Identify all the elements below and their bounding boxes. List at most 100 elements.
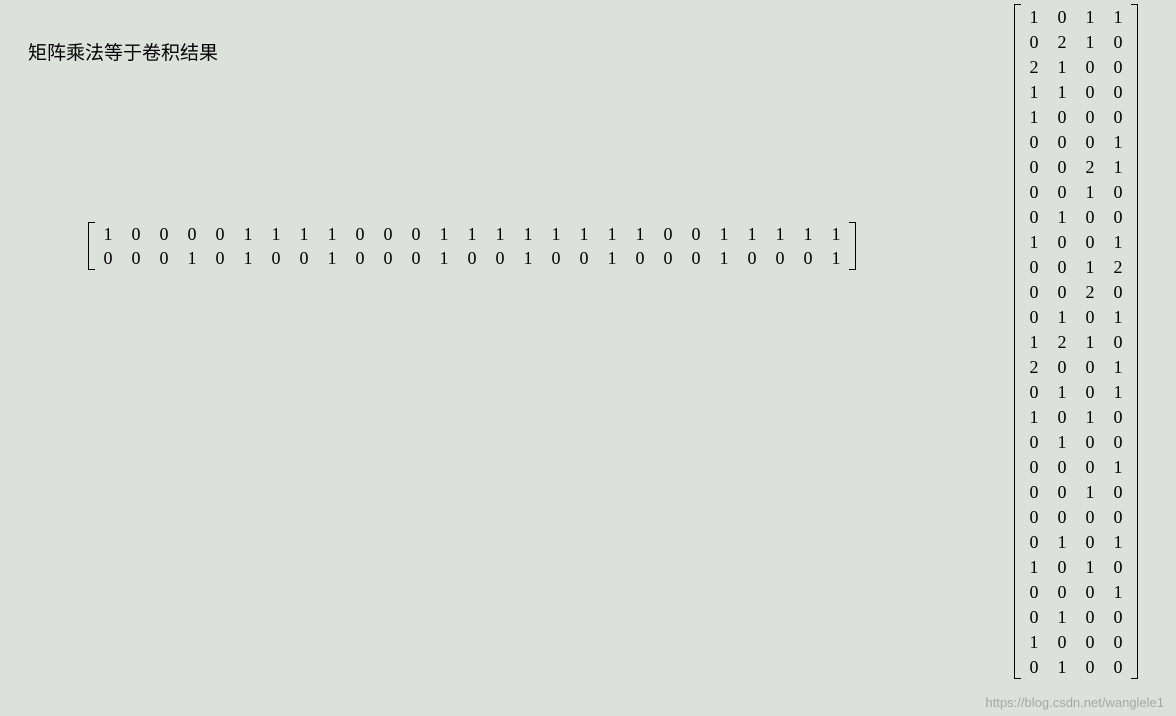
matrixA-cell: 1	[430, 246, 458, 270]
matrixB-cell: 0	[1104, 79, 1132, 104]
matrix-b: 1011021021001100100000010021001001001001…	[1014, 4, 1138, 684]
matrixB-cell: 0	[1076, 454, 1104, 479]
matrixA-cell: 1	[822, 222, 850, 246]
matrixA-cell: 1	[458, 222, 486, 246]
matrixA-cell: 1	[234, 246, 262, 270]
matrixB-cell: 0	[1020, 129, 1048, 154]
matrixB-cell: 0	[1048, 454, 1076, 479]
matrixB-cell: 0	[1048, 254, 1076, 279]
matrixA-cell: 1	[542, 222, 570, 246]
matrixB-cell: 2	[1048, 329, 1076, 354]
matrixB-cell: 0	[1076, 304, 1104, 329]
matrixB-cell: 0	[1104, 204, 1132, 229]
matrixA-cell: 0	[402, 222, 430, 246]
matrixB-cell: 2	[1048, 29, 1076, 54]
matrixB-cell: 0	[1020, 254, 1048, 279]
matrixA-cell: 0	[290, 246, 318, 270]
matrixA-cell: 1	[626, 222, 654, 246]
matrixB-cell: 0	[1020, 579, 1048, 604]
page-title: 矩阵乘法等于卷积结果	[28, 38, 218, 65]
matrixA-cell: 0	[626, 246, 654, 270]
matrix-a: 1000011110001111111100111110001010010001…	[88, 222, 856, 275]
matrixA-cell: 0	[346, 222, 374, 246]
matrixB-cell: 0	[1104, 554, 1132, 579]
matrixB-cell: 1	[1020, 79, 1048, 104]
matrixB-cell: 1	[1048, 54, 1076, 79]
matrixB-cell: 0	[1048, 504, 1076, 529]
matrixB-cell: 0	[1020, 479, 1048, 504]
matrixB-cell: 0	[1020, 379, 1048, 404]
matrixB-cell: 0	[1048, 554, 1076, 579]
matrixA-cell: 1	[486, 222, 514, 246]
matrixA-cell: 1	[598, 246, 626, 270]
matrixA-cell: 0	[794, 246, 822, 270]
matrixB-cell: 0	[1020, 154, 1048, 179]
matrixA-cell: 0	[178, 222, 206, 246]
matrixB-cell: 0	[1076, 604, 1104, 629]
matrixB-cell: 0	[1104, 29, 1132, 54]
matrixB-cell: 1	[1048, 429, 1076, 454]
matrixB-cell: 1	[1020, 554, 1048, 579]
matrixA-cell: 0	[206, 246, 234, 270]
matrixB-cell: 1	[1076, 254, 1104, 279]
matrixB-cell: 0	[1020, 429, 1048, 454]
matrixB-cell: 0	[1104, 329, 1132, 354]
matrixA-cell: 0	[94, 246, 122, 270]
matrixB-cell: 1	[1020, 329, 1048, 354]
matrixB-cell: 0	[1076, 79, 1104, 104]
matrixA-cell: 1	[94, 222, 122, 246]
matrixB-cell: 1	[1076, 179, 1104, 204]
matrixB-cell: 1	[1104, 579, 1132, 604]
matrixB-cell: 1	[1104, 454, 1132, 479]
matrixB-cell: 1	[1048, 204, 1076, 229]
matrixB-cell: 0	[1020, 204, 1048, 229]
matrixB-cell: 1	[1076, 404, 1104, 429]
matrixB-cell: 2	[1076, 154, 1104, 179]
matrixB-cell: 1	[1076, 554, 1104, 579]
matrixB-cell: 0	[1104, 479, 1132, 504]
matrixB-cell: 1	[1020, 229, 1048, 254]
matrixA-cell: 0	[402, 246, 430, 270]
matrixB-cell: 1	[1104, 354, 1132, 379]
matrixA-cell: 0	[122, 222, 150, 246]
matrixB-cell: 2	[1076, 279, 1104, 304]
matrixB-cell: 0	[1076, 504, 1104, 529]
matrixB-cell: 0	[1048, 179, 1076, 204]
matrixA-cell: 1	[514, 246, 542, 270]
matrixB-cell: 0	[1020, 529, 1048, 554]
matrixA-cell: 1	[710, 222, 738, 246]
matrixB-cell: 2	[1020, 354, 1048, 379]
matrixB-cell: 2	[1104, 254, 1132, 279]
matrixB-cell: 0	[1020, 504, 1048, 529]
matrixB-cell: 0	[1104, 629, 1132, 654]
matrixA-cell: 1	[178, 246, 206, 270]
matrixB-cell: 0	[1020, 279, 1048, 304]
matrixB-cell: 0	[1104, 179, 1132, 204]
matrixB-cell: 1	[1020, 4, 1048, 29]
matrixB-cell: 0	[1048, 279, 1076, 304]
matrixB-cell: 1	[1076, 4, 1104, 29]
matrixA-cell: 0	[206, 222, 234, 246]
matrixB-cell: 1	[1104, 304, 1132, 329]
matrixB-cell: 2	[1020, 54, 1048, 79]
matrixA-cell: 0	[150, 246, 178, 270]
matrixA-cell: 0	[682, 246, 710, 270]
matrixB-cell: 0	[1104, 654, 1132, 679]
matrixA-cell: 1	[738, 222, 766, 246]
matrixB-cell: 0	[1048, 479, 1076, 504]
matrixB-cell: 0	[1104, 279, 1132, 304]
matrixB-cell: 0	[1076, 579, 1104, 604]
matrixB-cell: 1	[1104, 529, 1132, 554]
matrixA-cell: 0	[374, 222, 402, 246]
matrixA-cell: 1	[234, 222, 262, 246]
matrixA-cell: 0	[766, 246, 794, 270]
matrixA-cell: 1	[318, 246, 346, 270]
matrixB-cell: 0	[1020, 29, 1048, 54]
matrixB-cell: 0	[1104, 504, 1132, 529]
matrixB-cell: 0	[1104, 429, 1132, 454]
matrixB-cell: 1	[1048, 604, 1076, 629]
matrixB-cell: 0	[1076, 129, 1104, 154]
matrixB-cell: 1	[1048, 654, 1076, 679]
matrixB-cell: 1	[1076, 329, 1104, 354]
matrixA-cell: 0	[654, 222, 682, 246]
